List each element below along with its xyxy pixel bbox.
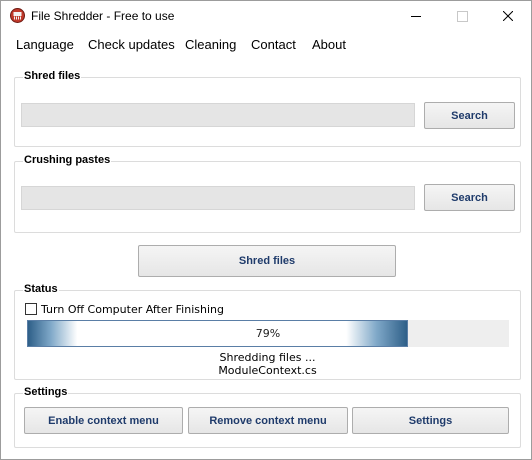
- shred-files-group: Shred files Search: [14, 70, 521, 147]
- status-message: Shredding files ...: [219, 351, 316, 364]
- app-window: File Shredder - Free to use Language Che…: [0, 0, 532, 460]
- crushing-pastes-search-button[interactable]: Search: [424, 184, 515, 211]
- status-title: Status: [23, 283, 59, 295]
- turn-off-label[interactable]: Turn Off Computer After Finishing: [41, 303, 224, 316]
- menu-bar: Language Check updates Cleaning Contact …: [1, 32, 531, 56]
- status-group: Status Turn Off Computer After Finishing…: [14, 283, 521, 380]
- crushing-pastes-title: Crushing pastes: [23, 154, 112, 166]
- shred-files-search-button[interactable]: Search: [424, 102, 515, 129]
- minimize-icon: [411, 15, 421, 17]
- menu-cleaning[interactable]: Cleaning: [185, 37, 236, 52]
- settings-group: Settings Enable context menu Remove cont…: [14, 386, 521, 448]
- shred-files-button[interactable]: Shred files: [138, 245, 396, 277]
- shred-files-title: Shred files: [23, 70, 82, 82]
- maximize-button[interactable]: [439, 1, 485, 31]
- status-current-file: ModuleContext.cs: [218, 364, 317, 377]
- progress-percent: 79%: [255, 327, 281, 340]
- menu-about[interactable]: About: [312, 37, 346, 52]
- title-bar[interactable]: File Shredder - Free to use: [1, 1, 531, 31]
- shredder-app-icon: [10, 8, 25, 23]
- menu-check-updates[interactable]: Check updates: [88, 37, 175, 52]
- turn-off-checkbox[interactable]: [25, 303, 37, 315]
- crushing-pastes-group: Crushing pastes Search: [14, 154, 521, 233]
- progress-bar: 79%: [27, 320, 509, 347]
- turn-off-row: Turn Off Computer After Finishing: [25, 301, 224, 317]
- settings-title: Settings: [23, 386, 69, 398]
- close-button[interactable]: [485, 1, 531, 31]
- remove-context-menu-button[interactable]: Remove context menu: [188, 407, 348, 434]
- maximize-icon: [456, 10, 468, 22]
- close-icon: [503, 11, 513, 21]
- menu-contact[interactable]: Contact: [251, 37, 296, 52]
- menu-language[interactable]: Language: [16, 37, 74, 52]
- crushing-pastes-path-field[interactable]: [21, 186, 415, 210]
- window-title: File Shredder - Free to use: [31, 9, 175, 23]
- enable-context-menu-button[interactable]: Enable context menu: [24, 407, 183, 434]
- settings-button[interactable]: Settings: [352, 407, 509, 434]
- shred-files-path-field[interactable]: [21, 103, 415, 127]
- minimize-button[interactable]: [393, 1, 439, 31]
